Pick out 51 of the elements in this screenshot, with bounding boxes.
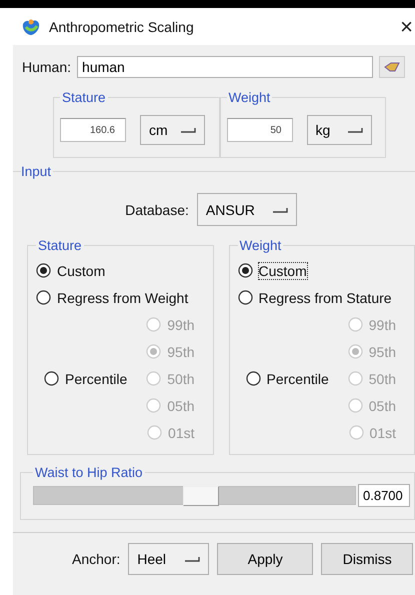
slider-track[interactable] <box>33 486 356 505</box>
rank-label: 05th <box>368 398 396 414</box>
action-button[interactable]: Dismiss <box>321 543 414 575</box>
database-label: Database: <box>125 202 189 218</box>
slider-thumb[interactable] <box>182 486 219 506</box>
ratio-field[interactable]: 0.8700 <box>358 484 410 507</box>
window-title: Anthropometric Scaling <box>49 18 195 34</box>
rank-label: 50th <box>167 370 194 386</box>
dropdown-indicator-icon <box>272 206 288 212</box>
option-label[interactable]: Regress from Weight <box>57 290 188 306</box>
group-title: Weight <box>228 90 272 105</box>
pointer-button[interactable] <box>379 56 406 78</box>
human-field[interactable]: human <box>77 56 374 78</box>
percentile-label[interactable]: Percentile <box>266 370 329 386</box>
database-dropdown[interactable]: ANSUR <box>196 193 297 226</box>
section-title: Input <box>21 164 52 179</box>
group-title: Weight <box>238 238 282 253</box>
radio-button-icon[interactable] <box>246 371 260 386</box>
value-field[interactable]: 50 <box>226 118 292 142</box>
value-field[interactable]: 160.6 <box>60 118 126 142</box>
anchor-label: Anchor: <box>72 551 120 567</box>
human-label: Human: <box>22 59 72 75</box>
rank-label: 50th <box>368 370 396 386</box>
unit-dropdown[interactable]: kg <box>306 115 372 145</box>
dropdown-indicator-icon <box>180 127 196 133</box>
radio-button-icon[interactable] <box>36 290 51 305</box>
option-label[interactable]: Custom <box>258 262 307 278</box>
radio-button-icon[interactable] <box>238 263 252 278</box>
dropdown-indicator-icon <box>346 127 362 133</box>
option-label[interactable]: Regress from Stature <box>258 290 392 306</box>
dropdown-indicator-icon <box>184 556 200 562</box>
rank-label: 95th <box>368 344 396 360</box>
rank-label: 95th <box>167 344 194 360</box>
option-label[interactable]: Custom <box>57 262 106 278</box>
action-button[interactable]: Apply <box>217 543 314 575</box>
radio-button-icon[interactable] <box>36 263 51 278</box>
close-button[interactable]: × <box>400 14 415 40</box>
rank-label: 05th <box>167 398 194 414</box>
anchor-dropdown[interactable]: Heel <box>128 543 210 575</box>
group-title: Waist to Hip Ratio <box>34 465 144 480</box>
rank-label: 01st <box>168 424 194 440</box>
rank-label: 99th <box>167 316 194 332</box>
rank-label: 99th <box>368 316 396 332</box>
group-title: Stature <box>61 90 107 105</box>
app-icon <box>21 18 41 36</box>
radio-button-icon[interactable] <box>238 290 252 305</box>
rank-label: 01st <box>370 424 396 440</box>
percentile-label[interactable]: Percentile <box>65 370 128 386</box>
unit-dropdown[interactable]: cm <box>140 115 205 145</box>
radio-button-icon[interactable] <box>44 371 59 386</box>
group-title: Stature <box>37 238 83 253</box>
